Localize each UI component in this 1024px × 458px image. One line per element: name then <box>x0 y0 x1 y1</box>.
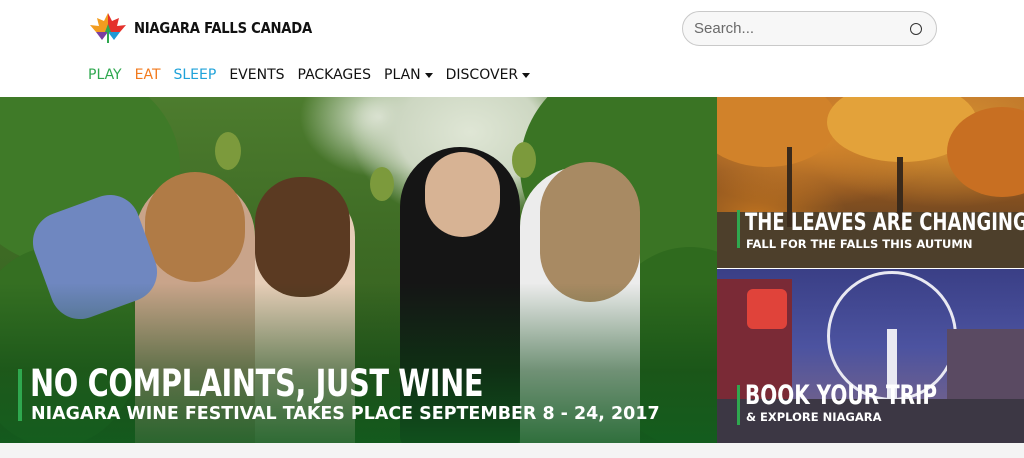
hero-accent-bar <box>18 369 22 421</box>
hero-title[interactable]: NO COMPLAINTS, JUST WINE <box>30 362 484 405</box>
autumn-title: THE LEAVES ARE CHANGING <box>745 208 1024 236</box>
nav-packages[interactable]: PACKAGES <box>298 67 372 83</box>
trip-subtitle: & EXPLORE NIAGARA <box>746 410 882 424</box>
maple-leaf-logo-icon <box>88 12 128 44</box>
search-box[interactable] <box>682 11 937 46</box>
main-nav: PLAY EAT SLEEP EVENTS PACKAGES PLAN DISC… <box>88 67 531 83</box>
trip-accent-bar <box>737 385 740 425</box>
nav-label: DISCOVER <box>445 67 519 83</box>
promo-book-trip[interactable]: BOOK YOUR TRIP & EXPLORE NIAGARA <box>717 269 1024 443</box>
search-input[interactable] <box>694 20 910 37</box>
nav-discover[interactable]: DISCOVER <box>446 67 531 83</box>
autumn-subtitle: FALL FOR THE FALLS THIS AUTUMN <box>746 237 973 251</box>
caret-down-icon <box>522 73 531 78</box>
nav-label: EAT <box>134 67 161 83</box>
trip-title: BOOK YOUR TRIP <box>745 380 938 411</box>
site-logo[interactable]: NIAGARA FALLS CANADA <box>88 12 336 44</box>
nav-label: SLEEP <box>173 67 217 83</box>
nav-play[interactable]: PLAY <box>88 67 122 83</box>
nav-label: PACKAGES <box>297 67 372 83</box>
nav-label: EVENTS <box>229 67 285 83</box>
nav-eat[interactable]: EAT <box>135 67 161 83</box>
nav-sleep[interactable]: SLEEP <box>174 67 217 83</box>
caret-down-icon <box>424 73 433 78</box>
promo-autumn[interactable]: THE LEAVES ARE CHANGING FALL FOR THE FAL… <box>717 97 1024 268</box>
nav-plan[interactable]: PLAN <box>384 67 433 83</box>
nav-label: PLAY <box>88 67 122 83</box>
nav-label: PLAN <box>384 67 421 83</box>
content-divider <box>0 443 1024 458</box>
nav-events[interactable]: EVENTS <box>229 67 284 83</box>
hero-subtitle[interactable]: NIAGARA WINE FESTIVAL TAKES PLACE SEPTEM… <box>31 403 660 424</box>
search-icon[interactable] <box>910 22 922 35</box>
brand-name: NIAGARA FALLS CANADA <box>134 19 312 37</box>
autumn-accent-bar <box>737 210 740 248</box>
